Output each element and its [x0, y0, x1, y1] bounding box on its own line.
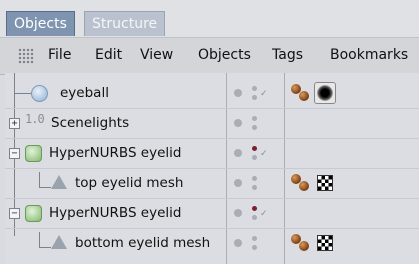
- menu-file[interactable]: File: [48, 45, 71, 65]
- render-dot-top[interactable]: [252, 86, 257, 91]
- tab-bar: Objects Structure: [0, 0, 419, 37]
- collapse-minus-icon[interactable]: −: [9, 148, 20, 159]
- render-dot-bottom[interactable]: [252, 125, 257, 130]
- checker-texture-tag-icon[interactable]: [317, 235, 333, 251]
- polygon-mesh-icon: [51, 175, 67, 189]
- tree-row-bottom-eyelid-mesh[interactable]: bottom eyelid mesh: [5, 228, 419, 258]
- menu-objects[interactable]: Objects: [198, 45, 251, 65]
- checkmark-icon[interactable]: ✓: [260, 209, 268, 219]
- render-dot-bottom[interactable]: [252, 215, 257, 220]
- object-name[interactable]: bottom eyelid mesh: [75, 234, 210, 252]
- editor-visibility-dot[interactable]: [234, 119, 242, 127]
- render-dot-top[interactable]: [252, 176, 257, 181]
- checker-texture-tag-icon[interactable]: [317, 175, 333, 191]
- expand-plus-icon[interactable]: +: [9, 118, 20, 129]
- editor-visibility-dot[interactable]: [234, 89, 242, 97]
- object-name[interactable]: eyeball: [60, 84, 109, 102]
- tree-line: [14, 93, 31, 94]
- tree-row-top-eyelid-mesh[interactable]: top eyelid mesh: [5, 168, 419, 198]
- menu-edit[interactable]: Edit: [95, 45, 122, 65]
- checkmark-icon[interactable]: ✓: [260, 149, 268, 159]
- object-tree: eyeball ✓ + 1.0 Scenelights − HyperNURBS…: [5, 73, 419, 264]
- editor-visibility-dot[interactable]: [234, 179, 242, 187]
- menu-view[interactable]: View: [140, 45, 173, 65]
- object-name[interactable]: HyperNURBS eyelid: [49, 204, 181, 222]
- render-dot-bottom[interactable]: [252, 185, 257, 190]
- render-dot-top[interactable]: [252, 116, 257, 121]
- tree-row-eyeball[interactable]: eyeball ✓: [5, 78, 419, 108]
- menu-tags[interactable]: Tags: [272, 45, 303, 65]
- tree-row-hypernurbs-bottom[interactable]: − HyperNURBS eyelid ✓: [5, 198, 419, 228]
- tree-line: [39, 187, 51, 188]
- editor-visibility-dot[interactable]: [234, 239, 242, 247]
- render-dot-top[interactable]: [252, 146, 257, 151]
- menu-bar: File Edit View Objects Tags Bookmarks: [0, 37, 419, 75]
- material-tag-icon[interactable]: [299, 181, 309, 191]
- eyeball-texture-tag-icon[interactable]: [314, 82, 336, 104]
- material-tag-icon[interactable]: [299, 241, 309, 251]
- tree-row-hypernurbs-top[interactable]: − HyperNURBS eyelid ✓: [5, 138, 419, 168]
- render-dot-top[interactable]: [252, 236, 257, 241]
- editor-visibility-dot[interactable]: [234, 209, 242, 217]
- object-name[interactable]: HyperNURBS eyelid: [49, 144, 181, 162]
- tab-objects[interactable]: Objects: [6, 11, 75, 36]
- render-dot-bottom[interactable]: [252, 245, 257, 250]
- grip-icon[interactable]: [18, 48, 34, 64]
- render-dot-bottom[interactable]: [252, 155, 257, 160]
- null-object-icon: 1.0: [25, 112, 45, 126]
- tree-row-scenelights[interactable]: + 1.0 Scenelights: [5, 108, 419, 138]
- collapse-minus-icon[interactable]: −: [9, 208, 20, 219]
- object-name[interactable]: Scenelights: [51, 114, 129, 132]
- render-dot-top[interactable]: [252, 206, 257, 211]
- sphere-icon: [31, 85, 48, 102]
- render-dot-bottom[interactable]: [252, 95, 257, 100]
- menu-bookmarks[interactable]: Bookmarks: [330, 45, 408, 65]
- tab-structure[interactable]: Structure: [84, 11, 166, 36]
- editor-visibility-dot[interactable]: [234, 149, 242, 157]
- polygon-mesh-icon: [51, 235, 67, 249]
- hypernurbs-icon: [25, 205, 42, 222]
- object-name[interactable]: top eyelid mesh: [75, 174, 183, 192]
- hypernurbs-icon: [25, 145, 42, 162]
- tree-line: [39, 247, 51, 248]
- checkmark-icon[interactable]: ✓: [260, 89, 268, 99]
- material-tag-icon[interactable]: [299, 91, 309, 101]
